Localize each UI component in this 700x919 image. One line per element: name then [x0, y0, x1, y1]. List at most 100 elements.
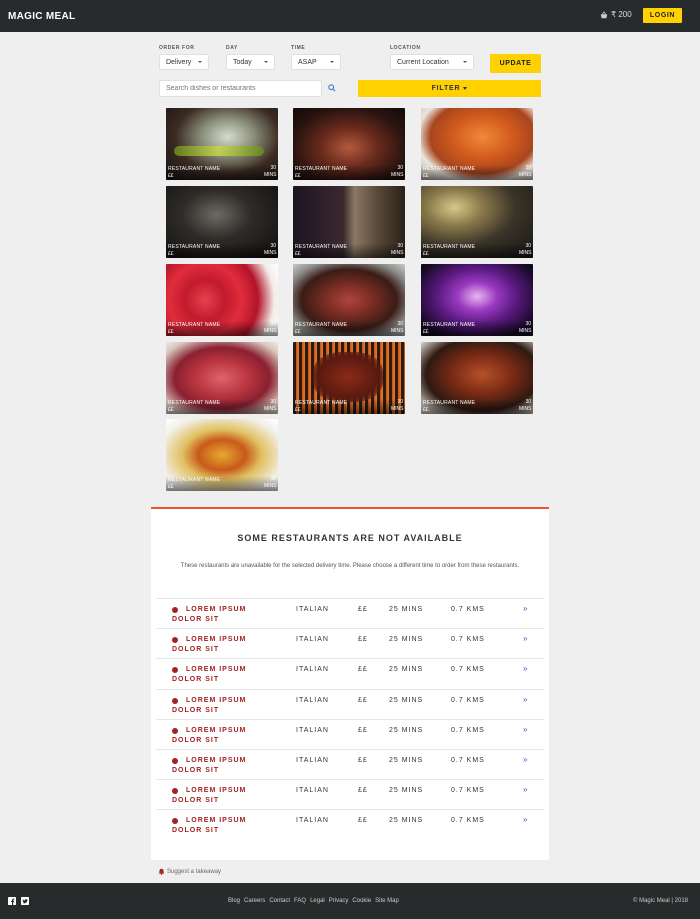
restaurant-tile[interactable]: RESTAURANT NAME ££ 30 MINS — [166, 186, 278, 258]
list-item[interactable]: LOREM IPSUM DOLOR SIT ITALIAN ££ 25 MINS… — [156, 628, 544, 658]
restaurant-name[interactable]: LOREM IPSUM DOLOR SIT — [172, 816, 256, 836]
chevron-down-icon — [463, 61, 467, 63]
chevron-right-icon[interactable]: » — [523, 634, 528, 643]
restaurant-tile[interactable]: RESTAURANT NAME ££ 30 MINS — [166, 342, 278, 414]
list-item[interactable]: LOREM IPSUM DOLOR SIT ITALIAN ££ 25 MINS… — [156, 598, 544, 628]
restaurant-price: ££ — [423, 251, 429, 257]
footer-link-sitemap[interactable]: Site Map — [375, 898, 399, 904]
wallet-amount: ₹ 200 — [611, 10, 632, 19]
delivery-time: 25 MINS — [389, 636, 424, 643]
price-level: ££ — [358, 727, 368, 734]
footer-link-blog[interactable]: Blog — [228, 898, 240, 904]
delivery-time: 30 MINS — [519, 399, 532, 412]
list-item[interactable]: LOREM IPSUM DOLOR SIT ITALIAN ££ 25 MINS… — [156, 749, 544, 779]
search-icon[interactable] — [328, 84, 336, 92]
price-level: ££ — [358, 606, 368, 613]
list-item[interactable]: LOREM IPSUM DOLOR SIT ITALIAN ££ 25 MINS… — [156, 779, 544, 809]
chevron-right-icon[interactable]: » — [523, 695, 528, 704]
chevron-right-icon[interactable]: » — [523, 725, 528, 734]
chevron-down-icon — [264, 61, 268, 63]
cuisine: ITALIAN — [296, 606, 329, 613]
distance: 0.7 KMS — [451, 817, 485, 824]
footer-link-privacy[interactable]: Privacy — [329, 898, 349, 904]
restaurant-name[interactable]: LOREM IPSUM DOLOR SIT — [172, 696, 256, 716]
facebook-icon[interactable] — [8, 897, 16, 905]
restaurant-name: RESTAURANT NAME — [168, 477, 221, 483]
footer-link-contact[interactable]: Contact — [269, 898, 290, 904]
list-item[interactable]: LOREM IPSUM DOLOR SIT ITALIAN ££ 25 MINS… — [156, 689, 544, 719]
restaurant-price: ££ — [423, 407, 429, 413]
filter-label: FILTER — [431, 85, 461, 92]
chevron-right-icon[interactable]: » — [523, 815, 528, 824]
filter-button[interactable]: FILTER — [358, 80, 541, 97]
delivery-time: 30 MINS — [264, 243, 277, 256]
chevron-right-icon[interactable]: » — [523, 785, 528, 794]
price-level: ££ — [358, 787, 368, 794]
list-item[interactable]: LOREM IPSUM DOLOR SIT ITALIAN ££ 25 MINS… — [156, 719, 544, 749]
list-item[interactable]: LOREM IPSUM DOLOR SIT ITALIAN ££ 25 MINS… — [156, 809, 544, 839]
top-navbar: MAGIC MEAL — [0, 0, 700, 32]
cuisine: ITALIAN — [296, 697, 329, 704]
delivery-time: 30 MINS — [264, 399, 277, 412]
restaurant-tile[interactable]: RESTAURANT NAME ££ 30 MINS — [293, 186, 405, 258]
delivery-time: 30 MINS — [391, 321, 404, 334]
day-label: DAY — [226, 45, 238, 51]
order-for-select[interactable]: Delivery — [159, 54, 209, 70]
restaurant-price: ££ — [168, 173, 174, 179]
restaurant-name[interactable]: LOREM IPSUM DOLOR SIT — [172, 726, 256, 746]
day-select[interactable]: Today — [226, 54, 275, 70]
restaurant-name[interactable]: LOREM IPSUM DOLOR SIT — [172, 635, 256, 655]
footer-link-legal[interactable]: Legal — [310, 898, 325, 904]
restaurant-name: RESTAURANT NAME — [295, 166, 348, 172]
restaurant-name[interactable]: LOREM IPSUM DOLOR SIT — [172, 665, 256, 685]
delivery-time: 30 MINS — [519, 165, 532, 178]
restaurant-price: ££ — [168, 407, 174, 413]
suggest-takeaway-link[interactable]: Suggest a takeaway — [158, 868, 221, 875]
panel-title: SOME RESTAURANTS ARE NOT AVAILABLE — [237, 533, 463, 543]
restaurant-name[interactable]: LOREM IPSUM DOLOR SIT — [172, 786, 256, 806]
list-item[interactable]: LOREM IPSUM DOLOR SIT ITALIAN ££ 25 MINS… — [156, 658, 544, 688]
price-level: ££ — [358, 636, 368, 643]
delivery-time: 30 MINS — [264, 476, 277, 489]
delivery-time: 25 MINS — [389, 606, 424, 613]
restaurant-tile[interactable]: RESTAURANT NAME ££ 30 MINS — [421, 186, 533, 258]
restaurant-tile[interactable]: RESTAURANT NAME ££ 30 MINS — [421, 342, 533, 414]
restaurant-price: ££ — [295, 173, 301, 179]
distance: 0.7 KMS — [451, 757, 485, 764]
day-value: Today — [233, 58, 252, 66]
restaurant-tile[interactable]: RESTAURANT NAME ££ 30 MINS — [421, 108, 533, 180]
distance: 0.7 KMS — [451, 606, 485, 613]
time-select[interactable]: ASAP — [291, 54, 341, 70]
cuisine: ITALIAN — [296, 757, 329, 764]
delivery-time: 30 MINS — [391, 243, 404, 256]
restaurant-tile[interactable]: RESTAURANT NAME ££ 30 MINS — [421, 264, 533, 336]
restaurant-tile[interactable]: RESTAURANT NAME ££ 30 MINS — [166, 264, 278, 336]
footer-link-faq[interactable]: FAQ — [294, 898, 306, 904]
restaurant-name[interactable]: LOREM IPSUM DOLOR SIT — [172, 756, 256, 776]
distance: 0.7 KMS — [451, 697, 485, 704]
restaurant-tile[interactable]: RESTAURANT NAME ££ 30 MINS — [293, 342, 405, 414]
delivery-time: 25 MINS — [389, 757, 424, 764]
restaurant-tile[interactable]: RESTAURANT NAME ££ 30 MINS — [293, 264, 405, 336]
chevron-right-icon[interactable]: » — [523, 664, 528, 673]
brand-logo[interactable]: MAGIC MEAL — [8, 11, 75, 22]
footer-link-cookie[interactable]: Cookie — [352, 898, 371, 904]
chevron-right-icon[interactable]: » — [523, 755, 528, 764]
restaurant-name: RESTAURANT NAME — [423, 400, 476, 406]
wallet-balance[interactable]: ₹ 200 — [600, 10, 632, 19]
chevron-right-icon[interactable]: » — [523, 604, 528, 613]
twitter-icon[interactable] — [21, 897, 29, 905]
restaurant-tile[interactable]: RESTAURANT NAME ££ 30 MINS — [166, 419, 278, 491]
search-input[interactable] — [159, 80, 322, 97]
location-select[interactable]: Current Location — [390, 54, 474, 70]
restaurant-name[interactable]: LOREM IPSUM DOLOR SIT — [172, 605, 256, 625]
distance: 0.7 KMS — [451, 666, 485, 673]
unavailable-restaurants-panel: SOME RESTAURANTS ARE NOT AVAILABLE These… — [151, 507, 549, 860]
restaurant-tile[interactable]: RESTAURANT NAME ££ 30 MINS — [293, 108, 405, 180]
update-button[interactable]: UPDATE — [490, 54, 541, 73]
footer-link-careers[interactable]: Careers — [244, 898, 265, 904]
price-level: ££ — [358, 697, 368, 704]
restaurant-tile[interactable]: RESTAURANT NAME ££ 30 MINS — [166, 108, 278, 180]
restaurant-name: RESTAURANT NAME — [168, 244, 221, 250]
login-button[interactable]: LOGIN — [643, 8, 682, 23]
